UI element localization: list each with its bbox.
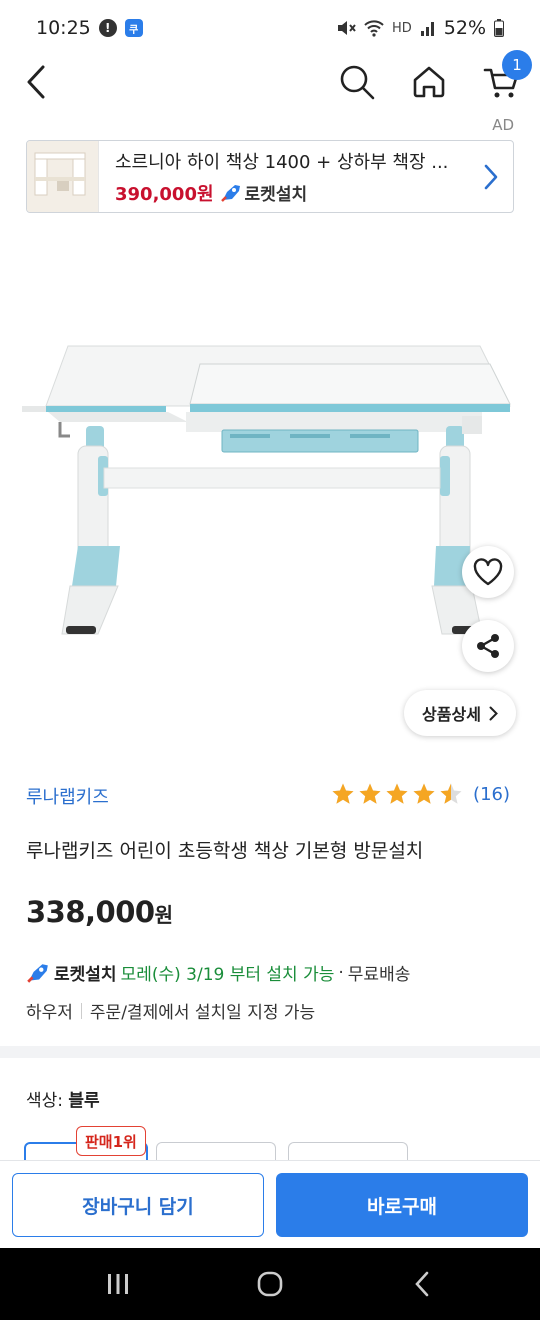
product-detail-button[interactable]: 상품상세	[404, 690, 516, 736]
search-button[interactable]	[334, 56, 380, 108]
home-icon	[413, 66, 445, 98]
battery-level: 52%	[443, 17, 486, 39]
home-button[interactable]	[406, 56, 452, 108]
ad-banner[interactable]: 소르니아 하이 책상 1400 + 상하부 책장 ... 390,000원 로켓…	[26, 140, 514, 213]
best-seller-badge: 판매1위	[76, 1126, 146, 1156]
top-bar: 1	[0, 50, 540, 108]
recent-apps-icon	[108, 1274, 128, 1294]
free-shipping: 무료배송	[347, 965, 411, 985]
price-number: 338,000	[26, 895, 155, 929]
separator	[80, 1002, 82, 1019]
wifi-icon	[364, 20, 384, 37]
status-time: 10:25	[36, 17, 91, 39]
shipper-name: 하우저	[26, 1003, 73, 1023]
product-price: 338,000원	[26, 895, 173, 929]
star-icon	[359, 783, 381, 804]
share-icon	[477, 634, 499, 658]
section-divider	[0, 1046, 540, 1058]
rocket-icon	[27, 963, 48, 983]
bottom-action-bar: 장바구니 담기 바로구매	[0, 1160, 540, 1248]
install-schedule: 모레(수) 3/19 부터 설치 가능	[120, 965, 335, 985]
add-to-cart-button[interactable]: 장바구니 담기	[12, 1173, 264, 1237]
rating[interactable]: (16)	[331, 782, 510, 806]
home-nav-button[interactable]	[240, 1248, 300, 1320]
desk-illustration	[22, 345, 511, 635]
delivery-info: 로켓설치 모레(수) 3/19 부터 설치 가능 · 무료배송	[26, 960, 410, 985]
back-arrow-icon	[27, 65, 45, 99]
ad-title: 소르니아 하이 책상 1400 + 상하부 책장 ...	[115, 151, 449, 173]
star-icon	[332, 783, 354, 804]
review-count: (16)	[473, 783, 510, 805]
color-option-label: 색상: 블루	[26, 1086, 100, 1111]
network-label: HD	[391, 20, 412, 36]
ad-label: AD	[492, 116, 514, 134]
cart-button[interactable]: 1	[478, 50, 532, 108]
rating-stars	[331, 782, 463, 806]
product-image[interactable]: 상품상세	[0, 226, 540, 746]
cart-count-badge: 1	[502, 50, 532, 80]
rocket-icon	[220, 184, 240, 202]
install-note: 주문/결제에서 설치일 지정 가능	[89, 1003, 316, 1023]
chevron-right-icon	[484, 164, 498, 189]
star-icon	[386, 783, 408, 804]
ad-thumbnail	[27, 141, 99, 212]
color-label-text: 색상:	[26, 1091, 64, 1111]
mute-icon	[337, 21, 356, 35]
chevron-right-icon	[489, 706, 498, 720]
ad-price: 390,000원	[115, 183, 214, 205]
rocket-install-badge: 로켓설치	[54, 965, 117, 985]
system-nav-bar	[0, 1248, 540, 1320]
status-bar: 10:25 ! 쿠 HD 52%	[0, 0, 540, 56]
color-selected: 블루	[68, 1091, 100, 1111]
brand-link[interactable]: 루나랩키즈	[26, 783, 109, 809]
ad-chevron	[469, 164, 513, 190]
buy-now-button[interactable]: 바로구매	[276, 1173, 528, 1237]
back-nav-button[interactable]	[392, 1248, 452, 1320]
star-icon	[440, 783, 462, 804]
shipper-info: 하우저 주문/결제에서 설치일 지정 가능	[26, 998, 315, 1023]
back-nav-icon	[415, 1271, 429, 1297]
star-icon	[413, 783, 435, 804]
product-detail-label: 상품상세	[422, 705, 481, 724]
search-icon	[340, 65, 375, 100]
back-button[interactable]	[14, 56, 58, 108]
wishlist-button[interactable]	[462, 546, 514, 598]
notification-icon: !	[98, 19, 117, 37]
coupang-app-icon: 쿠	[124, 19, 143, 37]
share-button[interactable]	[462, 620, 514, 672]
home-circle-icon	[257, 1271, 283, 1297]
ad-rocket-badge: 로켓설치	[220, 180, 308, 205]
product-title: 루나랩키즈 어린이 초등학생 책상 기본형 방문설치	[26, 840, 424, 862]
separator-dot: ·	[338, 962, 344, 983]
signal-icon	[420, 22, 434, 36]
ad-rocket-label: 로켓설치	[244, 185, 308, 205]
price-unit: 원	[154, 903, 173, 927]
recent-apps-button[interactable]	[88, 1248, 148, 1320]
battery-icon	[494, 19, 504, 37]
heart-icon	[473, 558, 503, 586]
